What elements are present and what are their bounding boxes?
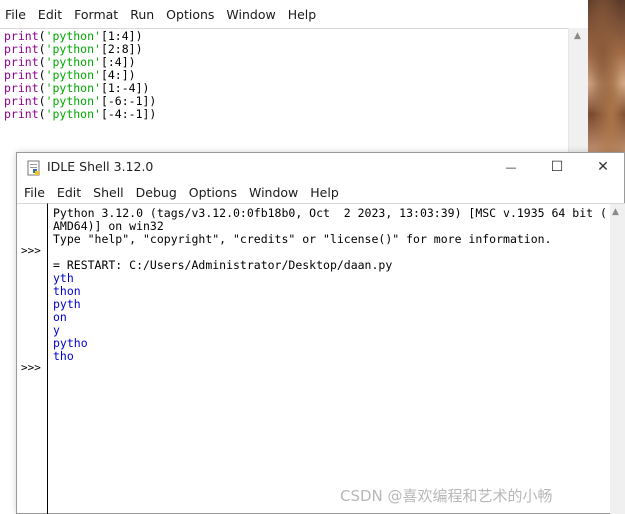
restart-line: = RESTART: C:/Users/Administrator/Deskto… <box>53 258 393 272</box>
editor-menu-help[interactable]: Help <box>282 7 323 22</box>
window-title: IDLE Shell 3.12.0 <box>47 159 154 174</box>
editor-menu-options[interactable]: Options <box>160 7 220 22</box>
editor-menu-edit[interactable]: Edit <box>32 7 68 22</box>
shell-menu-edit[interactable]: Edit <box>51 185 87 200</box>
scroll-up-arrow-icon[interactable]: ▲ <box>574 31 581 41</box>
shell-text-area[interactable]: Python 3.12.0 (tags/v3.12.0:0fb18b0, Oct… <box>47 203 615 514</box>
shell-menu-file[interactable]: File <box>17 185 51 200</box>
minimize-button[interactable]: — <box>488 153 534 181</box>
shell-menu-debug[interactable]: Debug <box>130 185 183 200</box>
editor-menu-window[interactable]: Window <box>220 7 281 22</box>
editor-scrollbar[interactable]: ▲ <box>568 28 588 152</box>
idle-shell-window: IDLE Shell 3.12.0 — ☐ ✕ File Edit Shell … <box>16 152 625 514</box>
shell-scrollbar[interactable]: ▲ <box>610 203 625 514</box>
shell-menu-help[interactable]: Help <box>304 185 345 200</box>
shell-prompt: >>> <box>21 244 41 257</box>
shell-titlebar[interactable]: IDLE Shell 3.12.0 — ☐ ✕ <box>17 153 624 181</box>
desktop-wallpaper <box>588 0 625 152</box>
banner-line: Type "help", "copyright", "credits" or "… <box>53 232 552 246</box>
scroll-up-arrow-icon[interactable]: ▲ <box>612 207 619 217</box>
maximize-button[interactable]: ☐ <box>534 153 580 181</box>
shell-menu-shell[interactable]: Shell <box>87 185 130 200</box>
editor-menu-format[interactable]: Format <box>68 7 124 22</box>
editor-menu-file[interactable]: File <box>0 7 32 22</box>
editor-menu-run[interactable]: Run <box>124 7 160 22</box>
shell-menu-options[interactable]: Options <box>183 185 243 200</box>
code-line: print('python'[-4:-1]) <box>4 107 157 121</box>
close-button[interactable]: ✕ <box>580 153 625 181</box>
shell-menubar: File Edit Shell Debug Options Window Hel… <box>17 181 624 203</box>
csdn-watermark: CSDN @喜欢编程和艺术的小畅 <box>340 487 553 505</box>
shell-prompt: >>> <box>21 361 41 374</box>
shell-menu-window[interactable]: Window <box>243 185 304 200</box>
output-line: tho <box>53 349 74 363</box>
prompt-gutter: >>> >>> <box>17 203 47 514</box>
python-idle-icon <box>27 160 40 176</box>
editor-menubar: File Edit Format Run Options Window Help <box>0 0 588 28</box>
editor-code-area[interactable]: print('python'[1:4]) print('python'[2:8]… <box>0 28 568 152</box>
editor-window: File Edit Format Run Options Window Help… <box>0 0 588 152</box>
